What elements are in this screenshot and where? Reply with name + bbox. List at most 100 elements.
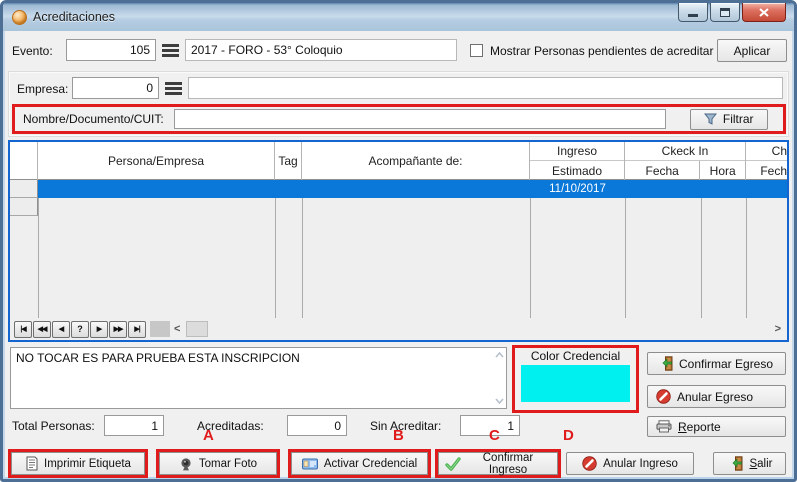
nav-prev-button[interactable]: ◀ — [52, 321, 70, 338]
imprimir-etiqueta-button[interactable]: Imprimir Etiqueta — [11, 452, 145, 475]
app-icon — [12, 10, 27, 25]
ingreso-estimado-cell[interactable]: 11/10/2017 — [530, 180, 625, 198]
check-icon — [445, 457, 461, 471]
ingreso-group-label: Ingreso — [530, 142, 624, 161]
maximize-icon — [720, 8, 730, 17]
comment-scrollbar — [493, 349, 505, 407]
grid-body[interactable]: 11/10/2017 — [10, 180, 787, 318]
credential-color-swatch — [521, 365, 630, 402]
scroll-right-icon[interactable]: > — [775, 320, 781, 338]
search-label: Nombre/Documento/CUIT: — [23, 112, 164, 126]
comment-box[interactable]: NO TOCAR ES PARA PRUEBA ESTA INSCRIPCION — [10, 347, 507, 409]
column-header-checkout-partial: Ch Fech — [746, 142, 787, 180]
confirmar-egreso-label: Confirmar Egreso — [679, 357, 773, 371]
column-header-ingreso-estimado: Ingreso Estimado — [530, 142, 625, 180]
personas-grid: Persona/Empresa Tag Acompañante de: Ingr… — [8, 140, 789, 342]
pendientes-checkbox-label[interactable]: Mostrar Personas pendientes de acreditar — [490, 44, 713, 58]
grid-horizontal-scrollbar[interactable]: < > — [150, 320, 783, 338]
empresa-lookup-menu-icon[interactable] — [165, 82, 182, 95]
activar-annotation-box: Activar Credencial — [288, 449, 431, 478]
confirmar-ingreso-label: Confirmar Ingreso — [465, 452, 551, 476]
nav-first-button[interactable]: |◀ — [14, 321, 32, 338]
ingreso-sub-label: Estimado — [530, 161, 624, 180]
scroll-up-icon[interactable] — [495, 352, 504, 358]
reporte-label: Reporte — [678, 420, 721, 434]
tomar-foto-label: Tomar Foto — [199, 458, 257, 470]
maximize-button[interactable] — [710, 3, 740, 22]
checkin-hora-label: Hora — [700, 161, 745, 180]
confirmar-ingreso-button[interactable]: Confirmar Ingreso — [438, 452, 558, 475]
checkout-group-label: Ch — [746, 142, 787, 161]
salir-button[interactable]: Salir — [713, 452, 786, 475]
nav-search-button[interactable]: ? — [71, 321, 89, 338]
minimize-button[interactable] — [678, 3, 708, 22]
scrollbar-thumb[interactable] — [186, 321, 208, 337]
evento-lookup-menu-icon[interactable] — [162, 44, 179, 57]
filtrar-button-label: Filtrar — [723, 112, 754, 126]
minimize-icon — [688, 14, 698, 17]
acreditadas-value — [287, 415, 347, 436]
scroll-down-icon[interactable] — [495, 398, 504, 404]
anular-ingreso-button[interactable]: Anular Ingreso — [566, 452, 694, 475]
webcam-icon — [179, 457, 193, 471]
checkin-group-label: Ckeck In — [625, 142, 745, 161]
evento-label: Evento: — [12, 44, 53, 58]
search-input[interactable] — [174, 109, 666, 129]
tomar-foto-button[interactable]: Tomar Foto — [159, 452, 277, 475]
evento-name-field[interactable] — [185, 39, 457, 61]
checkout-sub-label: Fech — [746, 161, 787, 180]
checkin-fecha-label: Fecha — [625, 161, 700, 180]
grid-navigator: |◀ ◀◀ ◀ ? ▶ ▶▶ ▶| < > — [10, 318, 787, 340]
column-header-acompanante: Acompañante de: — [302, 142, 530, 180]
window-controls — [678, 3, 786, 22]
search-annotation-box: Nombre/Documento/CUIT: Filtrar — [12, 104, 786, 134]
nav-last-button[interactable]: ▶| — [128, 321, 146, 338]
salir-label: Salir — [749, 458, 772, 470]
tomar-foto-annotation-box: Tomar Foto — [156, 449, 280, 478]
imprimir-annotation-box: Imprimir Etiqueta — [8, 449, 148, 478]
total-personas-value — [104, 415, 164, 436]
nav-prev-page-button[interactable]: ◀◀ — [33, 321, 51, 338]
column-header-checkin: Ckeck In Fecha Hora — [625, 142, 746, 180]
prohibited-icon — [656, 389, 671, 404]
empresa-name-field[interactable] — [188, 77, 783, 99]
anular-egreso-label: Anular Egreso — [677, 390, 753, 404]
evento-input[interactable] — [66, 39, 156, 61]
reporte-button[interactable]: Reporte — [647, 416, 786, 437]
confirmar-egreso-button[interactable]: Confirmar Egreso — [647, 352, 786, 375]
anular-ingreso-label: Anular Ingreso — [603, 458, 678, 470]
empresa-label: Empresa: — [17, 82, 68, 96]
filter-funnel-icon — [704, 113, 717, 126]
titlebar[interactable]: Acreditaciones — [3, 3, 794, 31]
aplicar-button[interactable]: Aplicar — [717, 39, 787, 62]
annotation-letter-d: D — [563, 427, 574, 444]
empresa-input[interactable] — [72, 77, 159, 99]
grid-header: Persona/Empresa Tag Acompañante de: Ingr… — [10, 142, 787, 180]
filtrar-button[interactable]: Filtrar — [690, 109, 768, 130]
anular-egreso-button[interactable]: Anular Egreso — [647, 385, 786, 408]
scrollbar-track-segment[interactable] — [150, 321, 170, 337]
close-icon — [759, 8, 769, 17]
selected-grid-row[interactable]: 11/10/2017 — [38, 180, 787, 198]
sin-acreditar-label: Sin Acreditar: — [370, 419, 441, 433]
nav-next-page-button[interactable]: ▶▶ — [109, 321, 127, 338]
window-title: Acreditaciones — [33, 10, 115, 24]
pendientes-checkbox[interactable] — [470, 44, 483, 57]
scroll-left-icon[interactable]: < — [174, 320, 180, 338]
annotation-letter-b: B — [393, 427, 404, 444]
annotation-letter-c: C — [489, 427, 500, 444]
imprimir-etiqueta-label: Imprimir Etiqueta — [44, 458, 131, 470]
exit-door-icon — [726, 456, 743, 471]
total-personas-label: Total Personas: — [12, 419, 95, 433]
activar-credencial-button[interactable]: Activar Credencial — [291, 452, 428, 475]
column-header-selector — [10, 142, 38, 180]
column-header-tag: Tag — [275, 142, 302, 180]
close-button[interactable] — [742, 3, 786, 22]
nav-next-button[interactable]: ▶ — [90, 321, 108, 338]
color-credencial-panel: Color Credencial — [512, 345, 639, 413]
print-label-icon — [25, 456, 38, 471]
exit-door-icon — [656, 356, 673, 371]
column-header-persona: Persona/Empresa — [38, 142, 275, 180]
row-selector-cell[interactable] — [10, 198, 38, 216]
row-selector-cell[interactable] — [10, 180, 38, 198]
